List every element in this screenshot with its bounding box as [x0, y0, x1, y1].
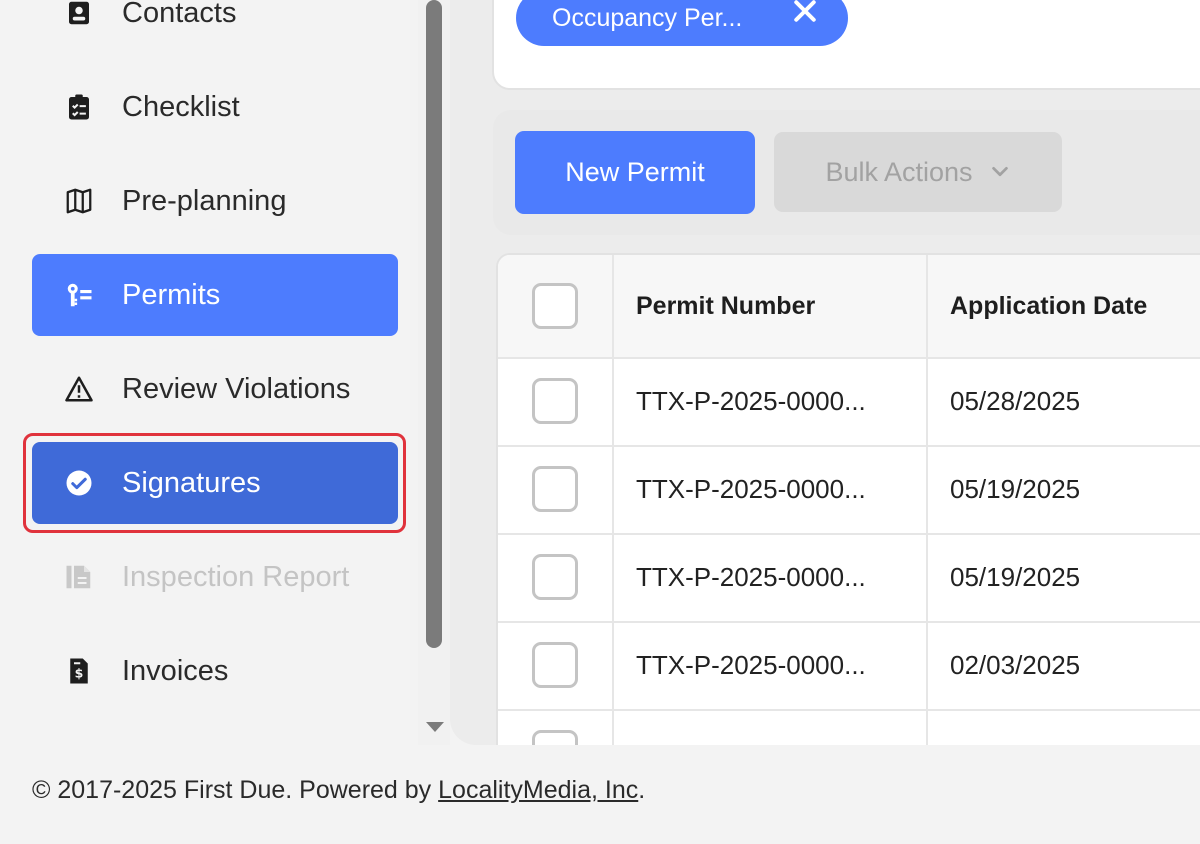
application-date-cell: 05/28/2025 — [950, 385, 1081, 416]
sidebar-item-label: Pre-planning — [122, 184, 287, 217]
main-content: Occupancy Per... New Permit Bulk Actions… — [450, 0, 1200, 745]
sidebar-item-inspection-report: Inspection Report — [32, 536, 398, 618]
sidebar-item-label: Contacts — [122, 0, 237, 29]
footer-link[interactable]: LocalityMedia, Inc — [438, 776, 638, 804]
sidebar: Contacts Checklist Pre-planning Permits … — [0, 0, 418, 745]
sidebar-scrollbar[interactable] — [418, 0, 450, 745]
application-date-cell: 05/19/2025 — [950, 561, 1081, 592]
table-row[interactable]: TTX-P-2025-0000... 05/28/2025 — [498, 357, 1200, 447]
close-icon[interactable] — [790, 0, 820, 26]
filter-chip[interactable]: Occupancy Per... — [516, 0, 848, 46]
sidebar-item-permits[interactable]: Permits — [32, 254, 398, 336]
permit-number-cell[interactable]: TTX-P-2025-0000... — [614, 445, 928, 533]
sidebar-item-checklist[interactable]: Checklist — [32, 66, 398, 148]
bulk-actions-label: Bulk Actions — [825, 156, 973, 187]
toolbar: New Permit Bulk Actions — [493, 110, 1200, 235]
contacts-icon — [62, 0, 96, 30]
sidebar-item-review-violations[interactable]: Review Violations — [32, 348, 398, 430]
sidebar-item-label: Inspection Report — [122, 560, 350, 593]
scrollbar-thumb[interactable] — [426, 0, 442, 648]
warning-icon — [62, 372, 96, 406]
bulk-actions-button[interactable]: Bulk Actions — [774, 132, 1062, 212]
footer-copyright: © 2017-2025 First Due. Powered by — [32, 776, 439, 804]
chevron-down-icon — [991, 166, 1008, 177]
new-permit-button[interactable]: New Permit — [515, 131, 755, 214]
application-date-cell: 02/03/2025 — [950, 649, 1081, 680]
sidebar-item-label: Checklist — [122, 90, 240, 123]
sidebar-item-contacts[interactable]: Contacts — [32, 0, 398, 54]
table-header: Permit Number Application Date — [498, 255, 1200, 359]
filter-chip-label: Occupancy Per... — [552, 3, 743, 32]
sidebar-item-label: Review Violations — [122, 372, 351, 405]
permit-number-cell[interactable]: TTX-P-2025-0000... — [614, 621, 928, 709]
application-date-cell — [928, 709, 1200, 745]
map-icon — [62, 184, 96, 218]
select-all-checkbox[interactable] — [532, 283, 578, 329]
permit-number-cell[interactable]: TTX-P-2025-0000... — [614, 533, 928, 621]
sidebar-item-invoices[interactable]: $ Invoices — [32, 630, 398, 712]
permits-table: Permit Number Application Date TTX-P-202… — [496, 253, 1200, 745]
table-row[interactable] — [498, 709, 1200, 745]
focus-highlight — [23, 433, 406, 533]
permits-icon — [62, 278, 96, 312]
row-checkbox[interactable] — [532, 730, 578, 745]
checklist-icon — [62, 90, 96, 124]
report-icon — [62, 560, 96, 594]
row-checkbox[interactable] — [532, 378, 578, 424]
scroll-down-icon[interactable] — [426, 722, 444, 732]
row-checkbox[interactable] — [532, 466, 578, 512]
new-permit-label: New Permit — [565, 157, 705, 187]
row-checkbox[interactable] — [532, 642, 578, 688]
table-row[interactable]: TTX-P-2025-0000... 05/19/2025 — [498, 533, 1200, 623]
column-header-application-date[interactable]: Application Date — [928, 255, 1200, 357]
footer: © 2017-2025 First Due. Powered by Locali… — [32, 776, 645, 805]
sidebar-item-label: Invoices — [122, 654, 229, 687]
row-checkbox[interactable] — [532, 554, 578, 600]
sidebar-item-label: Permits — [122, 278, 221, 311]
sidebar-item-pre-planning[interactable]: Pre-planning — [32, 160, 398, 242]
application-date-cell: 05/19/2025 — [950, 473, 1081, 504]
footer-suffix: . — [638, 776, 646, 804]
invoice-icon: $ — [62, 654, 96, 688]
permit-number-cell[interactable] — [614, 709, 928, 745]
table-row[interactable]: TTX-P-2025-0000... 02/03/2025 — [498, 621, 1200, 711]
permit-number-cell[interactable]: TTX-P-2025-0000... — [614, 357, 928, 445]
svg-text:$: $ — [75, 665, 84, 680]
column-header-permit-number[interactable]: Permit Number — [614, 255, 928, 357]
table-row[interactable]: TTX-P-2025-0000... 05/19/2025 — [498, 445, 1200, 535]
